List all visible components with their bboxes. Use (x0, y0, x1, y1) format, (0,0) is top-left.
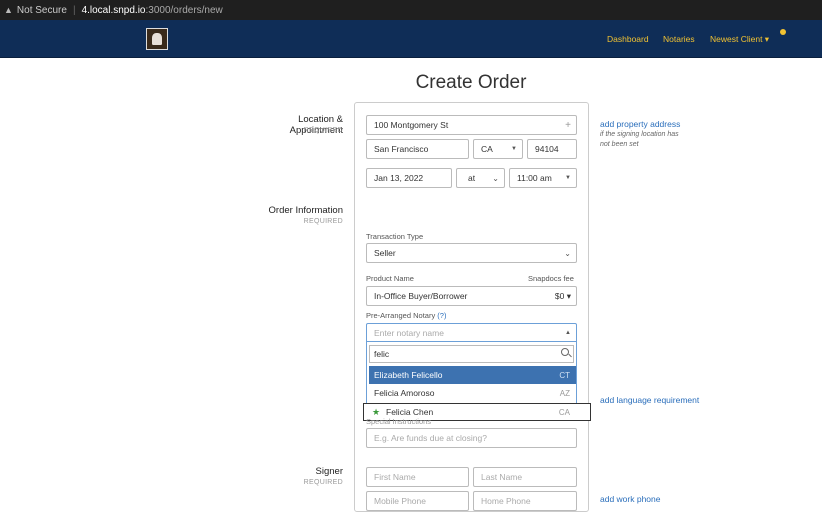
product-name-label: Product Name (366, 274, 414, 283)
page-title: Create Order (415, 72, 527, 93)
mobile-phone-placeholder: Mobile Phone (374, 496, 426, 506)
home-phone-input[interactable]: Home Phone (473, 491, 577, 511)
chevron-down-icon: ▼ (511, 146, 517, 152)
notary-label: Pre-Arranged Notary (?) (366, 311, 446, 320)
transaction-type-select[interactable]: Seller ⌄ (366, 243, 577, 263)
notary-option[interactable]: Elizabeth Felicello CT (369, 366, 576, 384)
notary-search-input[interactable]: felic (369, 345, 574, 363)
order-required: REQUIRED (303, 218, 343, 225)
search-icon (561, 348, 569, 356)
city-value: San Francisco (374, 144, 429, 154)
notary-option-name: Elizabeth Felicello (374, 370, 443, 380)
signer-section-label: Signer (315, 466, 343, 477)
nav-notaries[interactable]: Notaries (663, 34, 695, 44)
chevron-down-icon: ▼ (565, 175, 571, 181)
notary-option-state: CA (558, 407, 570, 417)
fee-select[interactable]: $0 ▾ (555, 291, 571, 302)
state-select[interactable]: CA ▼ (473, 139, 523, 159)
nav-dashboard[interactable]: Dashboard (607, 34, 649, 44)
transaction-type-label: Transaction Type (366, 232, 424, 241)
date-input[interactable]: Jan 13, 2022 (366, 168, 452, 188)
home-phone-placeholder: Home Phone (481, 496, 531, 506)
last-name-placeholder: Last Name (481, 472, 523, 482)
last-name-input[interactable]: Last Name (473, 467, 577, 487)
snapdocs-fee-label: Snapdocs fee (528, 274, 574, 283)
notary-search-value: felic (374, 349, 390, 359)
chevron-up-icon: ▲ (565, 330, 571, 336)
signer-required: REQUIRED (303, 479, 343, 486)
nav-client-menu[interactable]: Newest Client ▾ (710, 34, 769, 45)
chevron-down-icon: ⌄ (492, 173, 499, 183)
product-name-input[interactable]: In-Office Buyer/Borrower $0 ▾ (366, 286, 577, 306)
add-work-phone-link[interactable]: add work phone (600, 494, 661, 504)
order-section-label: Order Information (268, 205, 343, 216)
special-instructions-input[interactable]: E.g. Are funds due at closing? (366, 428, 577, 448)
special-instructions-placeholder: E.g. Are funds due at closing? (374, 433, 487, 443)
city-input[interactable]: San Francisco (366, 139, 469, 159)
notary-option-name: Felicia Chen (386, 407, 434, 417)
notary-label-text: Pre-Arranged Notary (366, 311, 436, 320)
browser-url-bar[interactable]: ▲ Not Secure | 4.local.snpd.io :3000/ord… (0, 0, 822, 20)
keys-icon[interactable] (778, 28, 800, 48)
state-value: CA (481, 144, 493, 154)
at-select[interactable]: at ⌄ (456, 168, 505, 188)
star-icon: ★ (372, 406, 381, 417)
brand-logo[interactable] (146, 28, 168, 50)
url-separator: | (72, 4, 76, 16)
address-input[interactable]: 100 Montgomery St + (366, 115, 577, 135)
warning-icon: ▲ (4, 5, 13, 15)
product-name-value: In-Office Buyer/Borrower (374, 291, 468, 301)
security-status: Not Secure (16, 4, 67, 16)
plus-icon: + (565, 119, 571, 131)
notary-option[interactable]: Felicia Amoroso AZ (369, 384, 576, 402)
notary-option-state: CT (559, 370, 570, 380)
notary-option-name: Felicia Amoroso (374, 388, 435, 398)
time-select[interactable]: 11:00 am ▼ (509, 168, 577, 188)
first-name-placeholder: First Name (374, 472, 416, 482)
location-required: REQUIRED (303, 127, 343, 134)
notary-option-state: AZ (559, 388, 570, 398)
notary-placeholder: Enter notary name (374, 328, 444, 338)
url-path: :3000/orders/new (145, 4, 223, 16)
at-value: at (468, 173, 476, 183)
zip-value: 94104 (535, 144, 559, 154)
date-value: Jan 13, 2022 (374, 173, 424, 183)
transaction-type-value: Seller (374, 248, 396, 258)
add-language-requirement-link[interactable]: add language requirement (600, 395, 699, 405)
notary-help-link[interactable]: (?) (437, 311, 446, 320)
notary-select[interactable]: Enter notary name ▲ (366, 323, 577, 343)
add-property-address-link[interactable]: add property address (600, 119, 680, 129)
zip-input[interactable]: 94104 (527, 139, 577, 159)
order-form-panel (354, 102, 589, 512)
top-navbar: Dashboard Notaries Newest Client ▾ (0, 20, 822, 58)
special-instructions-label: Special Instructions (366, 417, 432, 426)
time-value: 11:00 am (517, 173, 552, 183)
address-value: 100 Montgomery St (374, 120, 449, 130)
chevron-down-icon: ⌄ (564, 248, 571, 258)
first-name-input[interactable]: First Name (366, 467, 469, 487)
mobile-phone-input[interactable]: Mobile Phone (366, 491, 469, 511)
url-host: 4.local.snpd.io (81, 4, 146, 16)
property-address-note: if the signing location has not been set (600, 131, 679, 148)
